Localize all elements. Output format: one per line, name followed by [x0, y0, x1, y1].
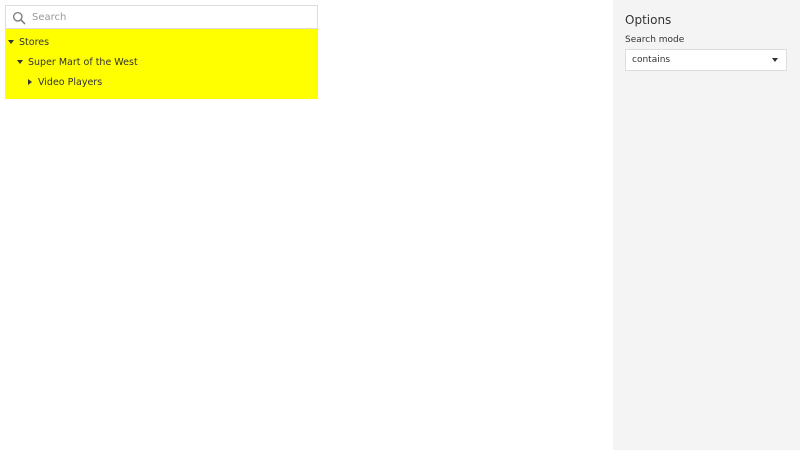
search-input[interactable] [32, 11, 302, 23]
tree-node-video-players[interactable]: Video Players [5, 72, 318, 92]
caret-right-icon [28, 79, 32, 85]
search-box[interactable] [5, 5, 318, 29]
search-mode-label: Search mode [625, 35, 685, 45]
caret-down-icon [17, 60, 23, 64]
expand-toggle[interactable] [6, 37, 16, 47]
search-mode-select[interactable]: contains [625, 49, 787, 71]
tree-node-super-mart-of-the-west[interactable]: Super Mart of the West [5, 52, 318, 72]
treeview: Stores Super Mart of the West Video Play… [5, 29, 318, 99]
page: Stores Super Mart of the West Video Play… [0, 0, 800, 450]
treeview-with-search: Stores Super Mart of the West Video Play… [5, 5, 318, 99]
tree-node-label: Video Players [38, 76, 103, 88]
tree-node-label: Super Mart of the West [28, 56, 138, 68]
expand-toggle[interactable] [15, 57, 25, 67]
search-mode-value: contains [632, 55, 671, 65]
chevron-down-icon[interactable] [772, 58, 778, 62]
search-icon [12, 10, 26, 25]
expand-toggle[interactable] [25, 77, 35, 87]
caret-down-icon [8, 40, 14, 44]
tree-node-label: Stores [19, 36, 50, 48]
tree-node-stores[interactable]: Stores [5, 32, 318, 52]
options-panel: Options Search mode contains [613, 0, 800, 450]
options-title: Options [625, 13, 672, 27]
